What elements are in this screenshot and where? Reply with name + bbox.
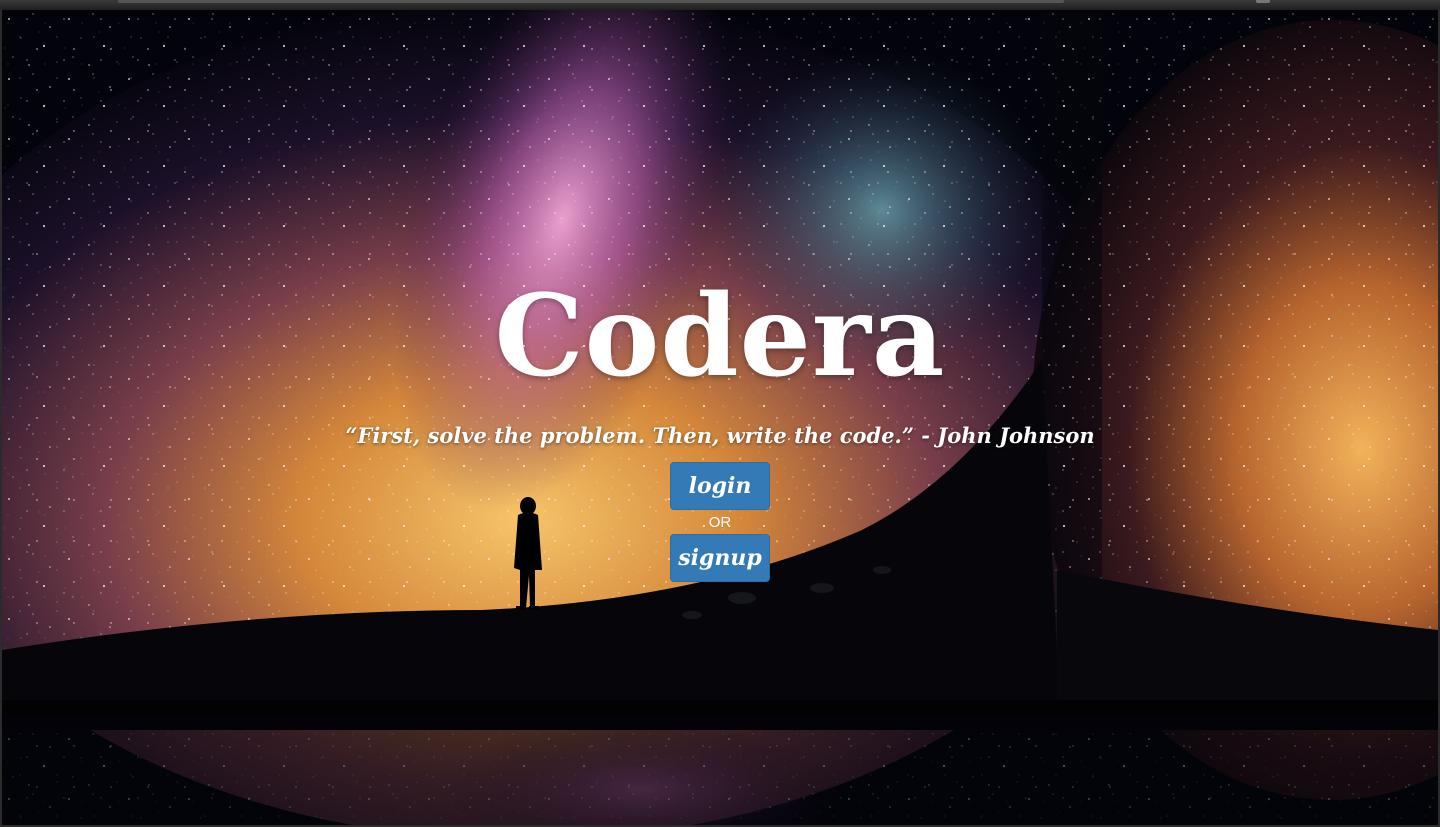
scroll-handle[interactable] bbox=[1256, 0, 1270, 3]
browser-window: Codera “First, solve the problem. Then, … bbox=[0, 0, 1440, 827]
page-viewport: Codera “First, solve the problem. Then, … bbox=[2, 10, 1438, 825]
browser-top-bar bbox=[0, 0, 1440, 10]
page-title: Codera bbox=[494, 271, 946, 402]
landing-content: Codera “First, solve the problem. Then, … bbox=[2, 10, 1438, 825]
login-button[interactable]: login bbox=[670, 462, 770, 510]
signup-button[interactable]: signup bbox=[670, 534, 770, 582]
horizontal-scrollbar[interactable] bbox=[118, 0, 1064, 3]
quote-text: “First, solve the problem. Then, write t… bbox=[345, 423, 1095, 448]
or-separator: OR bbox=[708, 514, 732, 531]
